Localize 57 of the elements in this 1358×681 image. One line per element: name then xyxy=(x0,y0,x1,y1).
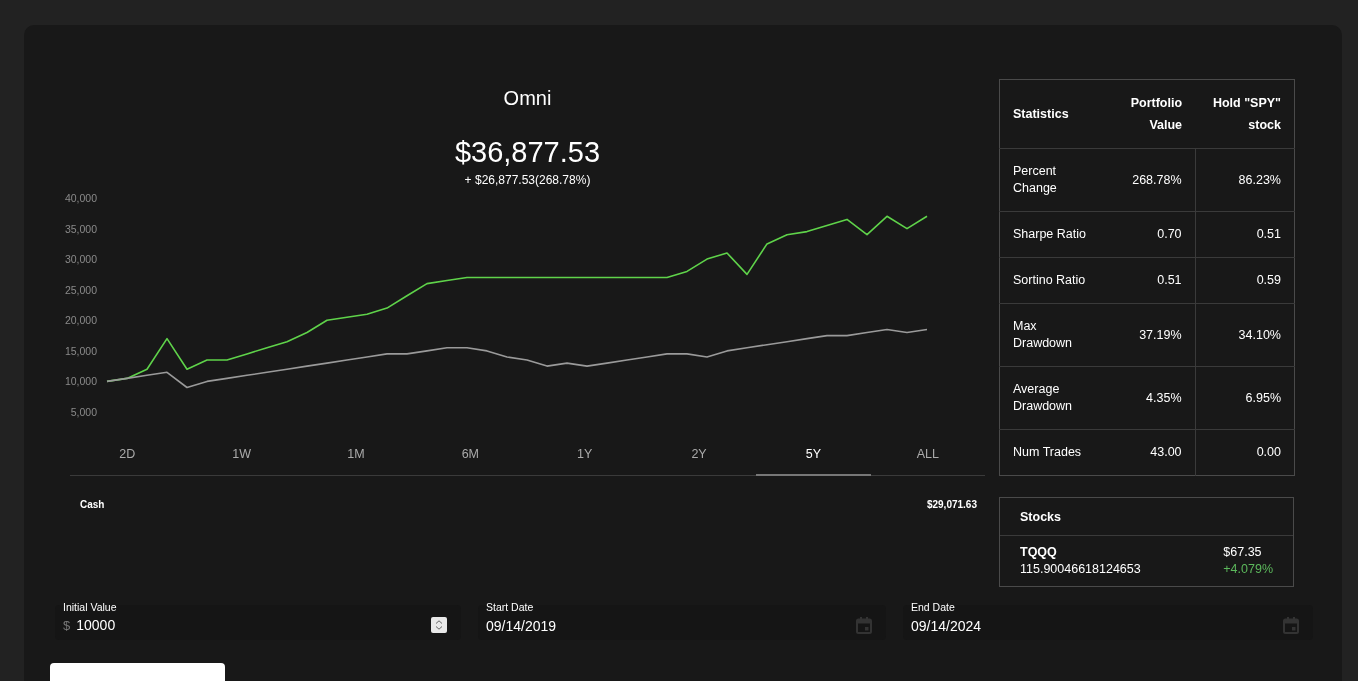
range-tab[interactable]: ALL xyxy=(870,447,985,476)
spinner-icon[interactable] xyxy=(431,617,447,633)
cash-value: $29,071.63 xyxy=(926,499,977,510)
stocks-title: Stocks xyxy=(1000,498,1293,536)
table-cell: Sortino Ratio xyxy=(999,257,1100,304)
column-header: Statistics xyxy=(999,79,1100,149)
table-cell: 6.95% xyxy=(1195,366,1295,430)
range-tab[interactable]: 2Y xyxy=(641,447,757,476)
range-tab[interactable]: 5Y xyxy=(756,447,871,476)
calendar-icon[interactable] xyxy=(856,617,872,634)
table-cell: Average Drawdown xyxy=(999,366,1100,430)
input-field[interactable]: Initial Value $ 10000 xyxy=(55,605,461,640)
table-cell: 37.19% xyxy=(1100,303,1196,367)
field-value: 09/14/2019 xyxy=(486,617,558,634)
field-value: 10000 xyxy=(76,617,117,633)
range-tab[interactable]: 1W xyxy=(184,447,299,476)
table-cell: 0.59 xyxy=(1195,257,1295,304)
field-value: 09/14/2024 xyxy=(911,617,983,634)
portfolio-name: Omni xyxy=(503,87,552,110)
axis-label: 15,000 xyxy=(64,344,97,357)
portfolio-change: + $26,877.53(268.78%) xyxy=(464,173,591,187)
table-cell: Max Drawdown xyxy=(999,303,1100,367)
stock-change: +4.079% xyxy=(1223,561,1273,578)
table-cell: 0.70 xyxy=(1100,211,1196,258)
table-cell: 34.10% xyxy=(1195,303,1295,367)
stock-symbol: TQQQ xyxy=(1020,544,1058,561)
table-cell: 0.51 xyxy=(1100,257,1196,304)
table-cell: Percent Change xyxy=(999,148,1100,212)
column-header: Portfolio Value xyxy=(1100,79,1196,149)
table-cell: 43.00 xyxy=(1100,429,1196,476)
table-cell: 268.78% xyxy=(1100,148,1196,212)
stock-price: $67.35 xyxy=(1223,544,1263,561)
axis-label: 30,000 xyxy=(64,253,97,266)
range-tab[interactable]: 6M xyxy=(413,447,528,476)
axis-label: 40,000 xyxy=(64,192,97,204)
range-tab[interactable]: 1Y xyxy=(527,447,642,476)
currency-prefix: $ xyxy=(63,617,71,633)
table-cell: 86.23% xyxy=(1195,148,1295,212)
range-tab[interactable]: 2D xyxy=(70,447,185,476)
table-cell: Num Trades xyxy=(999,429,1100,476)
axis-label: 20,000 xyxy=(64,314,97,327)
input-field[interactable]: Start Date 09/14/2019 xyxy=(478,605,886,640)
table-cell: 4.35% xyxy=(1100,366,1196,430)
input-field[interactable]: End Date 09/14/2024 xyxy=(903,605,1313,640)
cash-label: Cash xyxy=(80,499,105,510)
stock-shares: 115.90046618124653 xyxy=(1020,561,1141,578)
calendar-icon[interactable] xyxy=(1283,617,1299,634)
table-cell: 0.51 xyxy=(1195,211,1295,258)
axis-label: 10,000 xyxy=(64,375,97,388)
portfolio-value: $36,877.53 xyxy=(454,136,601,169)
axis-label: 25,000 xyxy=(64,283,97,296)
table-cell: 0.00 xyxy=(1195,429,1295,476)
axis-label: 35,000 xyxy=(64,222,97,235)
table-cell: Sharpe Ratio xyxy=(999,211,1100,258)
column-header: Hold "SPY" stock xyxy=(1195,79,1295,149)
range-tab[interactable]: 1M xyxy=(298,447,414,476)
axis-label: 5,000 xyxy=(70,406,97,418)
